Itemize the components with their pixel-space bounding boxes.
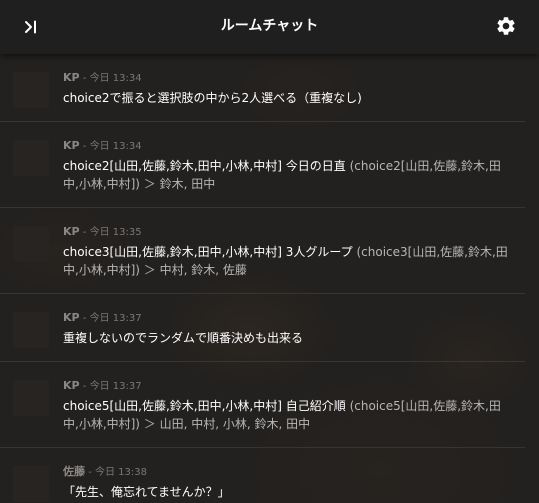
avatar bbox=[13, 312, 49, 348]
avatar bbox=[13, 380, 49, 416]
sender-name: KP bbox=[63, 311, 80, 324]
message-text: 「先生、俺忘れてませんか？」 bbox=[63, 483, 511, 501]
message: KP - 今日 13:34 choice2[山田,佐藤,鈴木,田中,小林,中村]… bbox=[0, 122, 525, 208]
message-meta: KP - 今日 13:35 bbox=[63, 225, 511, 240]
avatar bbox=[13, 226, 49, 262]
message-text: choice5[山田,佐藤,鈴木,田中,小林,中村] 自己紹介順 (choice… bbox=[63, 397, 511, 433]
avatar bbox=[13, 140, 49, 176]
sender-name: KP bbox=[63, 71, 80, 84]
avatar bbox=[13, 466, 49, 502]
sender-name: 佐藤 bbox=[63, 465, 85, 478]
page-title: ルームチャット bbox=[220, 18, 319, 34]
message-content: choice2[山田,佐藤,鈴木,田中,小林,中村] 今日の日直 bbox=[63, 159, 350, 173]
sender-name: KP bbox=[63, 139, 80, 152]
message-meta: KP - 今日 13:37 bbox=[63, 311, 511, 326]
message-text: choice2で振ると選択肢の中から2人選べる（重複なし) bbox=[63, 89, 511, 107]
settings-button[interactable] bbox=[495, 15, 517, 37]
message: KP - 今日 13:37 重複しないのでランダムで順番決めも出来る bbox=[0, 294, 525, 362]
message-meta: KP - 今日 13:37 bbox=[63, 379, 511, 394]
message: KP - 今日 13:35 choice3[山田,佐藤,鈴木,田中,小林,中村]… bbox=[0, 208, 525, 294]
message-meta: 佐藤 - 今日 13:38 bbox=[63, 465, 511, 480]
sender-name: KP bbox=[63, 379, 80, 392]
timestamp: - 今日 13:34 bbox=[82, 73, 142, 84]
message-text: choice3[山田,佐藤,鈴木,田中,小林,中村] 3人グループ (choic… bbox=[63, 243, 511, 279]
timestamp: - 今日 13:34 bbox=[82, 141, 142, 152]
timestamp: - 今日 13:37 bbox=[82, 381, 142, 392]
sender-name: KP bbox=[63, 225, 80, 238]
message-content: 「先生、俺忘れてませんか？」 bbox=[63, 485, 230, 499]
message: KP - 今日 13:37 choice5[山田,佐藤,鈴木,田中,小林,中村]… bbox=[0, 362, 525, 448]
message-text: 重複しないのでランダムで順番決めも出来る bbox=[63, 329, 511, 347]
chat-header: ルームチャット bbox=[0, 0, 539, 54]
message: KP - 今日 13:34 choice2で振ると選択肢の中から2人選べる（重複… bbox=[0, 54, 525, 122]
message-content: choice3[山田,佐藤,鈴木,田中,小林,中村] 3人グループ bbox=[63, 245, 357, 259]
message-text: choice2[山田,佐藤,鈴木,田中,小林,中村] 今日の日直 (choice… bbox=[63, 157, 511, 193]
message-meta: KP - 今日 13:34 bbox=[63, 71, 511, 86]
gear-icon bbox=[497, 17, 515, 35]
message-meta: KP - 今日 13:34 bbox=[63, 139, 511, 154]
message-list[interactable]: KP - 今日 13:34 choice2で振ると選択肢の中から2人選べる（重複… bbox=[0, 54, 539, 503]
message-content: choice2で振ると選択肢の中から2人選べる（重複なし) bbox=[63, 91, 362, 105]
message-content: choice5[山田,佐藤,鈴木,田中,小林,中村] 自己紹介順 bbox=[63, 399, 350, 413]
message-content: 重複しないのでランダムで順番決めも出来る bbox=[63, 331, 304, 345]
message: 佐藤 - 今日 13:38 「先生、俺忘れてませんか？」 bbox=[0, 448, 525, 503]
timestamp: - 今日 13:35 bbox=[82, 227, 142, 238]
timestamp: - 今日 13:38 bbox=[88, 467, 147, 478]
avatar bbox=[13, 72, 49, 108]
timestamp: - 今日 13:37 bbox=[82, 313, 142, 324]
